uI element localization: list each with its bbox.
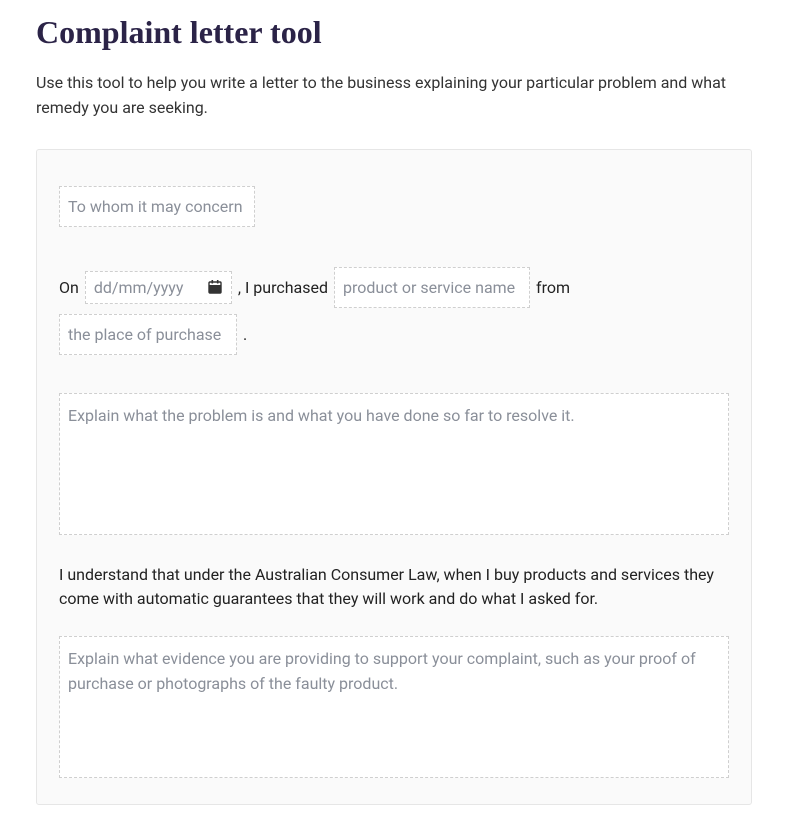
product-input[interactable] (334, 267, 530, 308)
page-title: Complaint letter tool (36, 14, 752, 51)
date-input-wrapper[interactable] (85, 271, 232, 304)
intro-text: Use this tool to help you write a letter… (36, 71, 752, 121)
salutation-line (59, 186, 729, 227)
salutation-input[interactable] (59, 186, 255, 227)
problem-textarea[interactable] (59, 393, 729, 535)
text-i-purchased: , I purchased (238, 278, 328, 297)
purchase-sentence: On , I purchased from . (59, 267, 729, 355)
text-from: from (536, 278, 570, 297)
text-on: On (59, 278, 79, 297)
place-input[interactable] (59, 314, 237, 355)
acl-statement: I understand that under the Australian C… (59, 563, 729, 613)
date-input[interactable] (94, 278, 199, 297)
calendar-icon (207, 279, 223, 295)
letter-form-panel: On , I purchased from . I understand tha… (36, 149, 752, 806)
evidence-textarea[interactable] (59, 636, 729, 778)
text-period: . (243, 325, 247, 344)
